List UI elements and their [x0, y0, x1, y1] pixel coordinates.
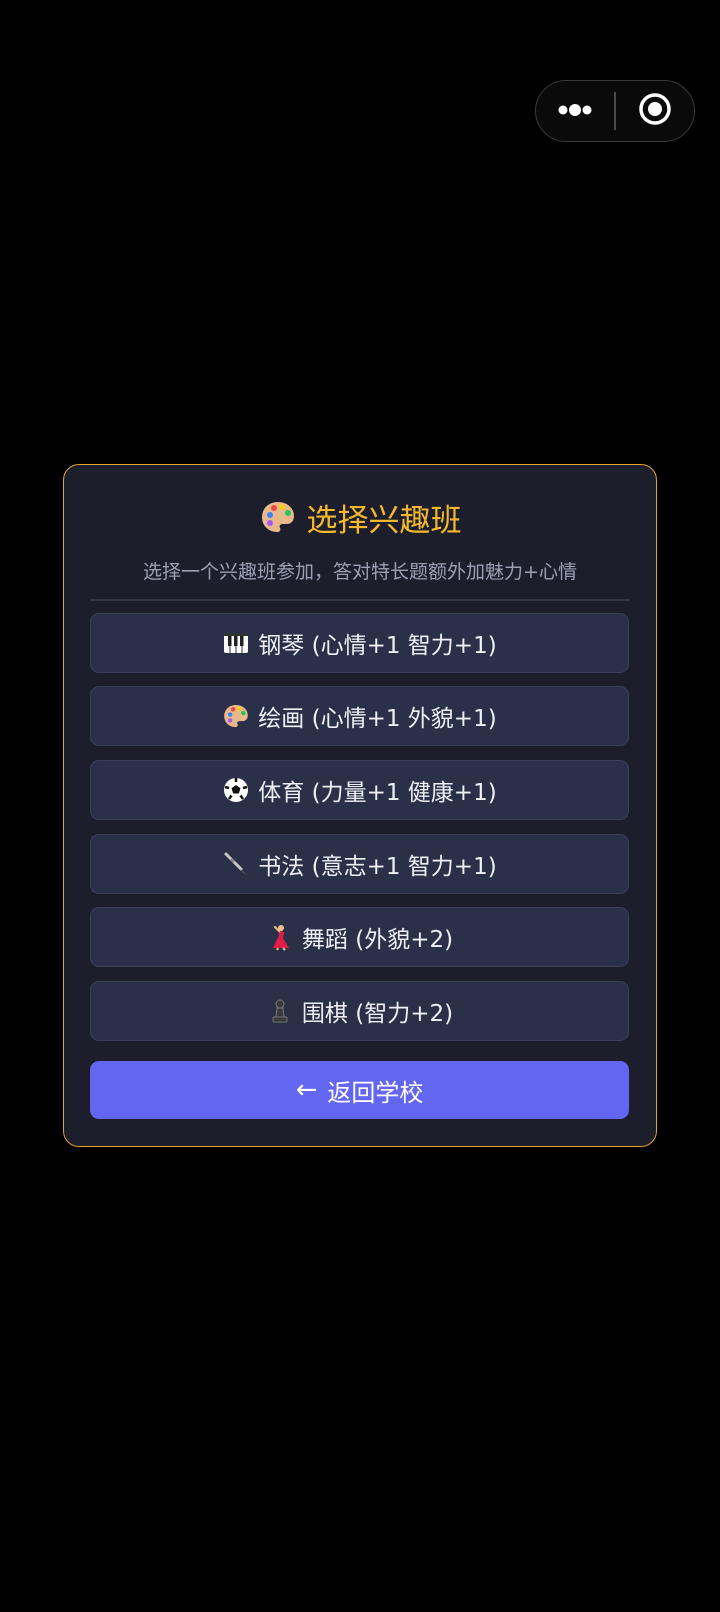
- dancer-icon: [266, 923, 294, 951]
- more-dots-icon: [555, 102, 595, 121]
- close-miniprogram-button[interactable]: [616, 81, 694, 141]
- screen: 选择兴趣班 选择一个兴趣班参加，答对特长题额外加魅力+心情 钢琴 (心情+1 智…: [0, 0, 720, 1612]
- palette-icon: [259, 498, 297, 536]
- left-arrow-icon: ←: [295, 1075, 318, 1105]
- back-button-label: 返回学校: [327, 1078, 424, 1107]
- title-divider: [90, 599, 630, 601]
- palette-icon: [222, 702, 250, 730]
- soccer-ball-icon: [222, 776, 250, 804]
- miniprogram-capsule: [535, 80, 695, 142]
- option-painting[interactable]: 绘画 (心情+1 外貌+1): [90, 686, 629, 746]
- option-label: 书法 (意志+1 智力+1): [258, 854, 497, 880]
- interest-class-dialog: 选择兴趣班 选择一个兴趣班参加，答对特长题额外加魅力+心情 钢琴 (心情+1 智…: [63, 464, 657, 1147]
- option-label: 舞蹈 (外貌+2): [301, 927, 454, 953]
- dialog-title-text: 选择兴趣班: [306, 502, 462, 539]
- option-piano[interactable]: 钢琴 (心情+1 智力+1): [90, 613, 629, 673]
- dialog-title: 选择兴趣班: [64, 487, 656, 547]
- target-circle-icon: [638, 92, 672, 130]
- chess-pawn-icon: [266, 997, 294, 1025]
- option-label: 体育 (力量+1 健康+1): [258, 780, 497, 806]
- dialog-subtitle: 选择一个兴趣班参加，答对特长题额外加魅力+心情: [143, 561, 577, 583]
- option-label: 绘画 (心情+1 外貌+1): [258, 706, 497, 732]
- option-calligraphy[interactable]: 书法 (意志+1 智力+1): [90, 834, 629, 894]
- piano-keys-icon: [222, 629, 250, 657]
- more-button[interactable]: [536, 81, 614, 141]
- back-to-school-button[interactable]: ← 返回学校: [90, 1061, 629, 1119]
- option-label: 围棋 (智力+2): [301, 1001, 454, 1027]
- option-dance[interactable]: 舞蹈 (外貌+2): [90, 907, 629, 967]
- calligraphy-brush-icon: [222, 850, 250, 878]
- option-go[interactable]: 围棋 (智力+2): [90, 981, 629, 1041]
- option-sports[interactable]: 体育 (力量+1 健康+1): [90, 760, 629, 820]
- option-label: 钢琴 (心情+1 智力+1): [258, 633, 497, 659]
